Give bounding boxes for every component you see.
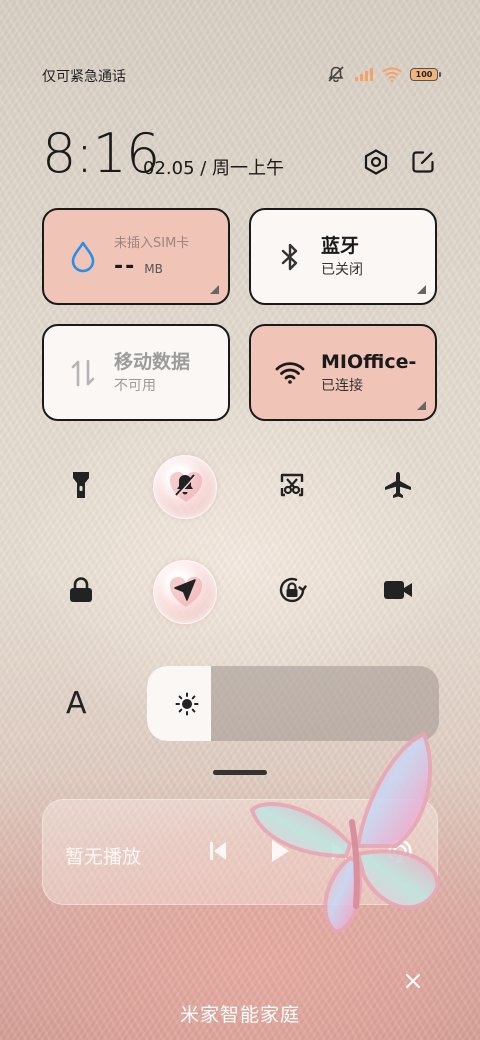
close-icon [405, 973, 421, 993]
location-toggle[interactable] [153, 560, 217, 624]
lock-icon [68, 576, 94, 608]
settings-button[interactable] [358, 146, 394, 182]
expand-corner [210, 285, 219, 294]
bell-off-icon [172, 472, 198, 502]
bluetooth-tile[interactable]: 蓝牙 已关闭 [249, 208, 437, 305]
font-size-button[interactable]: A [66, 686, 87, 721]
expand-corner [417, 285, 426, 294]
signal-icon [354, 67, 374, 81]
bluetooth-title: 蓝牙 [321, 234, 360, 257]
battery-icon: 100 [410, 67, 441, 81]
rotation-lock-icon [276, 574, 308, 610]
mobile-data-tile[interactable]: 移动数据 不可用 [42, 324, 230, 421]
silent-icon [326, 66, 346, 82]
wifi-tile[interactable]: MIOffice- 已连接 [249, 324, 437, 421]
wifi-status: 已连接 [321, 377, 363, 394]
wifi-icon [382, 66, 402, 82]
flashlight-icon [70, 470, 92, 504]
bluetooth-icon [275, 242, 305, 272]
data-usage-tile[interactable]: 未插入SIM卡 -- MB [42, 208, 230, 305]
now-playing-text: 暂无播放 [65, 846, 142, 868]
mute-toggle[interactable] [153, 455, 217, 519]
video-camera-icon [383, 579, 413, 605]
bluetooth-status: 已关闭 [321, 261, 363, 278]
mobile-data-status: 不可用 [114, 377, 156, 394]
mobile-data-title: 移动数据 [114, 350, 191, 373]
carrier-status: 仅可紧急通话 [42, 69, 126, 85]
smart-home-title[interactable]: 米家智能家庭 [0, 1000, 480, 1027]
date-text: 02.05 / 周一上午 [143, 158, 285, 179]
edit-button[interactable] [405, 146, 441, 182]
flashlight-toggle[interactable] [49, 455, 113, 519]
water-drop-icon [68, 241, 98, 272]
sim-status-label: 未插入SIM卡 [114, 235, 190, 251]
airplane-icon [383, 470, 413, 504]
location-arrow-icon [172, 577, 198, 607]
wifi-title: MIOffice- [321, 350, 417, 373]
airplane-toggle[interactable] [366, 455, 430, 519]
close-button[interactable] [400, 970, 426, 996]
status-icons: 100 [326, 66, 441, 82]
previous-icon [208, 840, 228, 866]
butterfly-decoration [249, 731, 441, 935]
lock-toggle[interactable] [49, 560, 113, 624]
data-arrows-icon [68, 358, 98, 388]
screen-record-toggle[interactable] [366, 560, 430, 624]
previous-button[interactable] [201, 836, 235, 870]
edit-icon [411, 150, 435, 178]
scissors-icon [278, 471, 306, 503]
clock-time: 8:16 [42, 122, 160, 185]
screenshot-toggle[interactable] [260, 455, 324, 519]
data-usage-value: -- [114, 253, 137, 279]
rotation-lock-toggle[interactable] [260, 560, 324, 624]
hexagon-gear-icon [363, 149, 389, 179]
data-usage-unit: MB [144, 261, 163, 276]
wifi-icon [275, 358, 305, 388]
expand-corner [417, 401, 426, 410]
sun-icon [175, 692, 199, 720]
